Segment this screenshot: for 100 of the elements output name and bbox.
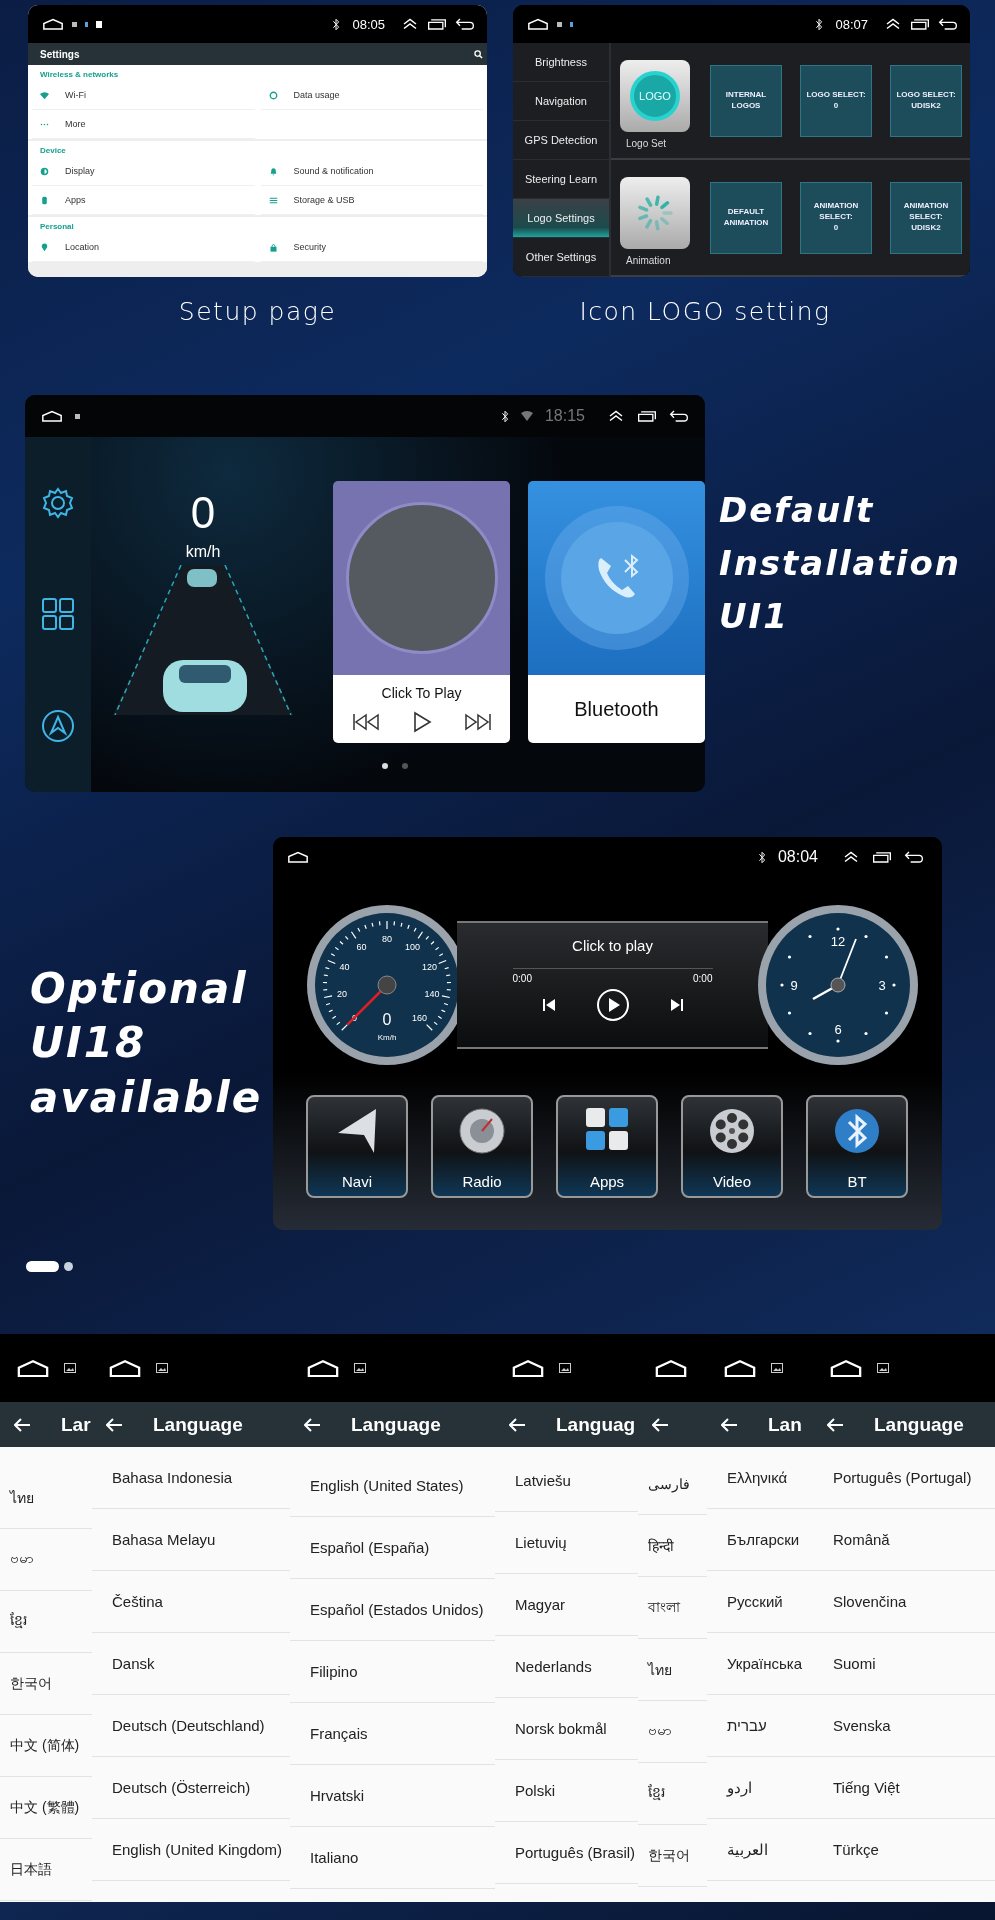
language-item[interactable]: Română — [813, 1509, 995, 1571]
option-tile[interactable]: LOGO SELECT: UDISK2 — [890, 64, 962, 137]
home-icon[interactable] — [511, 1358, 545, 1378]
menu-item[interactable]: GPS Detection — [513, 121, 609, 160]
menu-item[interactable]: Logo Settings — [513, 199, 609, 238]
recent-apps-icon[interactable] — [910, 18, 930, 30]
page-dot[interactable] — [402, 763, 408, 769]
scale-label: 80 — [382, 934, 392, 944]
home-icon[interactable] — [16, 1358, 50, 1378]
home-icon[interactable] — [723, 1358, 757, 1378]
ring-icon — [268, 90, 278, 100]
settings-item[interactable]: Storage & USB — [260, 186, 483, 215]
option-tile[interactable]: DEFAULT ANIMATION — [710, 181, 782, 254]
back-arrow-icon[interactable] — [509, 1417, 526, 1432]
settings-item[interactable]: Wi-Fi — [32, 81, 255, 110]
settings-item[interactable]: Security — [260, 233, 483, 262]
back-arrow-icon[interactable] — [106, 1417, 123, 1432]
clock-numeral: 9 — [790, 978, 798, 993]
settings-item[interactable]: Location — [32, 233, 255, 262]
settings-icon[interactable] — [41, 485, 75, 520]
back-arrow-icon[interactable] — [827, 1417, 844, 1432]
item-label: Location — [65, 242, 100, 252]
play-icon[interactable] — [411, 711, 432, 733]
recent-apps-icon[interactable] — [872, 851, 892, 863]
play-icon[interactable] — [595, 988, 630, 1022]
bluetooth-icon — [832, 1107, 882, 1155]
animation-tile[interactable] — [620, 177, 690, 249]
chevrons-up-icon[interactable] — [401, 17, 419, 31]
back-icon[interactable] — [669, 410, 689, 422]
menu-item[interactable]: Other Settings — [513, 238, 609, 277]
bell-icon — [268, 166, 278, 176]
settings-item[interactable]: Apps — [32, 186, 255, 215]
home-icon[interactable] — [41, 409, 63, 423]
option-tile[interactable]: ANIMATION SELECT: UDISK2 — [890, 181, 962, 254]
screen-title: Lan — [768, 1413, 802, 1436]
language-item[interactable]: Português (Portugal) — [813, 1447, 995, 1509]
option-tile[interactable]: ANIMATION SELECT: 0 — [800, 181, 872, 254]
home-icon[interactable] — [306, 1358, 340, 1378]
back-arrow-icon[interactable] — [721, 1417, 738, 1432]
home-icon[interactable] — [527, 17, 549, 31]
home-icon[interactable] — [829, 1358, 863, 1378]
previous-icon[interactable] — [351, 713, 380, 731]
slide-indicator[interactable] — [64, 1261, 73, 1271]
app-tile[interactable]: Navi — [306, 1095, 408, 1198]
headline-line: UI1 — [719, 594, 790, 638]
section-title: Device — [39, 145, 67, 157]
track-title: Click to play — [572, 937, 653, 954]
navigation-icon[interactable] — [41, 709, 75, 744]
app-tile[interactable]: Radio — [431, 1095, 533, 1198]
notification-icon — [570, 21, 573, 27]
settings-item[interactable]: More — [32, 110, 255, 139]
menu-item[interactable]: Navigation — [513, 82, 609, 121]
spinner-icon — [635, 193, 675, 233]
item-label: Data usage — [293, 90, 340, 100]
lock-icon — [268, 242, 278, 252]
logo-badge: LOGO — [630, 71, 680, 121]
option-tile[interactable]: LOGO SELECT: 0 — [800, 64, 872, 137]
app-tile[interactable]: Video — [681, 1095, 783, 1198]
next-icon[interactable] — [669, 998, 684, 1012]
home-icon[interactable] — [654, 1358, 688, 1378]
gauge-needle — [346, 975, 397, 1026]
language-item[interactable]: Türkçe — [813, 1819, 995, 1881]
recent-apps-icon[interactable] — [427, 18, 447, 30]
app-tile[interactable]: Apps — [556, 1095, 658, 1198]
language-item[interactable]: Svenska — [813, 1695, 995, 1757]
page-dot[interactable] — [382, 763, 388, 769]
chevrons-up-icon[interactable] — [607, 409, 625, 423]
recent-apps-icon[interactable] — [637, 410, 657, 422]
home-icon[interactable] — [287, 850, 309, 864]
search-icon[interactable] — [474, 49, 483, 59]
image-icon — [771, 1363, 783, 1373]
wifi-icon — [520, 411, 533, 421]
back-arrow-icon[interactable] — [652, 1417, 669, 1432]
back-icon[interactable] — [904, 851, 924, 863]
chevrons-up-icon[interactable] — [842, 850, 860, 864]
track-title: Click To Play — [381, 685, 462, 701]
previous-icon[interactable] — [541, 998, 556, 1012]
settings-item[interactable]: Data usage — [260, 81, 483, 110]
location-pin-icon — [40, 242, 49, 252]
chevrons-up-icon[interactable] — [884, 17, 902, 31]
slide-indicator[interactable] — [27, 1261, 58, 1271]
language-item[interactable]: Suomi — [813, 1633, 995, 1695]
home-icon[interactable] — [42, 17, 64, 31]
menu-item[interactable]: Brightness — [513, 43, 609, 82]
apps-grid-icon[interactable] — [41, 597, 75, 632]
language-item[interactable]: Tiếng Việt — [813, 1757, 995, 1819]
language-item[interactable]: Slovenčina — [813, 1571, 995, 1633]
back-icon[interactable] — [455, 18, 475, 30]
back-arrow-icon[interactable] — [304, 1417, 321, 1432]
option-tile[interactable]: INTERNAL LOGOS — [710, 64, 782, 137]
clock-hands — [812, 938, 857, 1001]
home-icon[interactable] — [108, 1358, 142, 1378]
settings-item[interactable]: Sound & notification — [260, 157, 483, 186]
back-icon[interactable] — [938, 18, 958, 30]
section-title: Wireless & networks — [39, 69, 120, 81]
settings-item[interactable]: Display — [32, 157, 255, 186]
app-tile[interactable]: BT — [806, 1095, 908, 1198]
next-icon[interactable] — [463, 713, 492, 731]
back-arrow-icon[interactable] — [14, 1417, 31, 1432]
screen-title: Language — [153, 1413, 243, 1436]
